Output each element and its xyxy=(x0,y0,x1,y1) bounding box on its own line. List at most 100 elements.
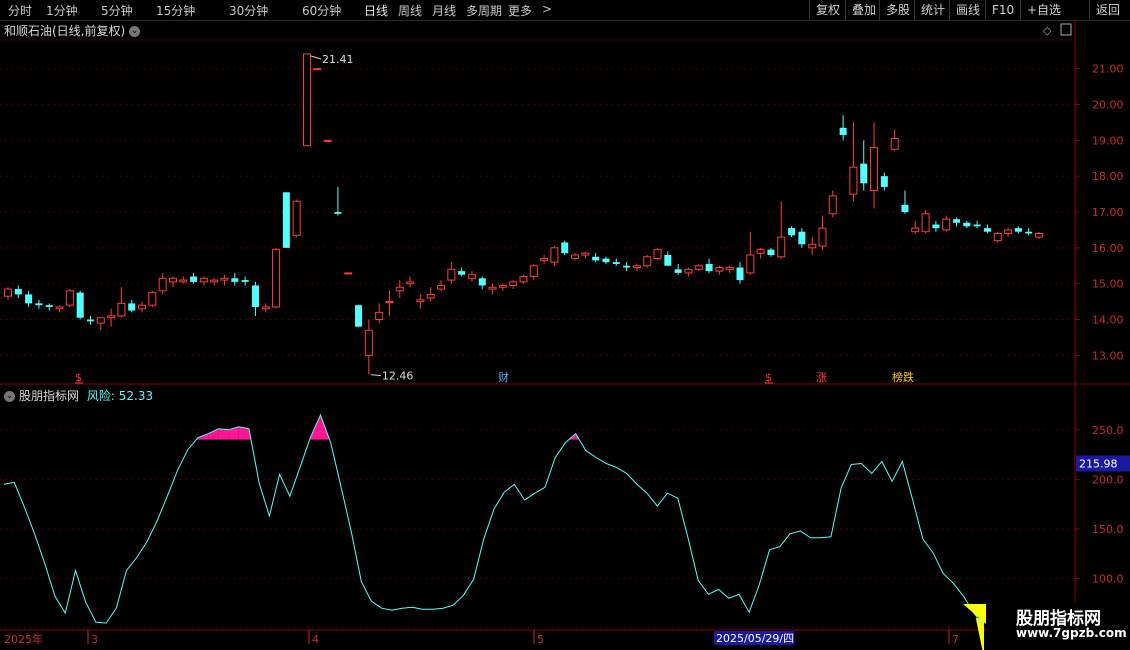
candle-body xyxy=(788,228,796,236)
candle-body xyxy=(870,147,879,191)
candle-body xyxy=(993,233,1002,242)
candle-body xyxy=(880,176,888,187)
indicator-value-name: 风险 xyxy=(86,389,111,403)
candle-body xyxy=(128,303,136,311)
high-price-label: 21.41 xyxy=(322,53,354,66)
candle-body xyxy=(302,53,311,147)
indicator-colon: : xyxy=(110,389,115,403)
candle-body xyxy=(148,292,157,306)
current-value-badge-label: 215.98 xyxy=(1079,457,1118,470)
candle-body xyxy=(612,262,620,264)
xaxis-label-4: 7 xyxy=(952,633,959,646)
candle-body xyxy=(426,293,435,299)
candle-body xyxy=(467,274,476,279)
candle-body xyxy=(498,284,507,288)
chevron-down-icon[interactable]: ⌄ xyxy=(4,391,15,402)
candle-body xyxy=(272,249,281,308)
indicator-title: ⌄ 股朋指标网 风险: 52.33 xyxy=(4,387,153,404)
candle-body xyxy=(767,249,775,255)
candle-body xyxy=(4,288,12,297)
panel-toggle-icon xyxy=(1060,23,1072,36)
candle-body xyxy=(364,329,373,356)
candle-body xyxy=(777,236,786,258)
candle-body xyxy=(190,276,198,282)
candle-body xyxy=(138,304,147,310)
candle-body xyxy=(746,254,755,274)
candle-body xyxy=(355,305,363,327)
candle-body xyxy=(963,222,971,227)
candle-body xyxy=(540,258,549,261)
candlestick-chart[interactable]: ◇ 13.00 14.00 15.00 16.00 17.00 18.00 19.00 20.0… xyxy=(0,0,1130,650)
candle-body xyxy=(725,267,734,270)
candle-body xyxy=(581,252,590,256)
candle-body xyxy=(488,286,497,290)
candle-body xyxy=(705,263,713,272)
candle-body xyxy=(458,271,466,275)
candle-body xyxy=(561,242,569,254)
candle-body xyxy=(808,243,817,249)
candle-body xyxy=(1025,231,1033,234)
risk-high-fill xyxy=(218,428,229,440)
candle-body xyxy=(911,227,920,233)
candle-body xyxy=(96,317,105,324)
candle-body xyxy=(292,200,301,236)
xaxis-label-1: 3 xyxy=(91,633,98,646)
event-marker-1: 财 xyxy=(498,370,509,384)
price-tick-label: 20.00 xyxy=(1092,99,1124,112)
candle-body xyxy=(385,301,394,304)
price-tick-label: 18.00 xyxy=(1092,170,1124,183)
candle-body xyxy=(251,285,259,307)
risk-line xyxy=(3,413,985,627)
candle-body xyxy=(210,279,219,283)
watermark: 股朋指标网 www.7gpzb.com xyxy=(988,602,1130,650)
candle-body xyxy=(592,256,600,261)
indicator-tick-label: 250.0 xyxy=(1092,424,1124,437)
candle-body xyxy=(643,256,652,267)
candle-body xyxy=(220,277,229,281)
candle-body xyxy=(1014,228,1022,232)
candle-body xyxy=(509,281,518,286)
candle-body xyxy=(14,289,22,295)
xaxis-label-3: 5 xyxy=(537,633,544,646)
candle-body xyxy=(447,268,456,281)
diamond-icon: ◇ xyxy=(1043,24,1052,37)
candle-body xyxy=(406,281,415,285)
price-tick-label: 19.00 xyxy=(1092,134,1124,147)
candle-body xyxy=(756,249,765,254)
low-pointer xyxy=(370,374,381,377)
candle-body xyxy=(694,265,703,270)
candle-body xyxy=(344,272,353,275)
candle-body xyxy=(983,228,991,232)
candle-body xyxy=(1035,233,1043,238)
candle-body xyxy=(684,268,693,274)
candle-body xyxy=(519,276,528,283)
candle-body xyxy=(973,224,981,227)
candle-body xyxy=(860,163,868,184)
candle-body xyxy=(86,319,94,322)
candle-body xyxy=(953,219,961,223)
price-tick-label: 17.00 xyxy=(1092,206,1124,219)
candle-body xyxy=(901,204,909,212)
event-marker-4: 榜跌 xyxy=(892,370,914,384)
candle-body xyxy=(798,231,806,245)
indicator-tick-label: 200.0 xyxy=(1092,473,1124,486)
candle-body xyxy=(921,213,930,233)
price-tick-label: 15.00 xyxy=(1092,278,1124,291)
xaxis-label-0: 2025年 xyxy=(4,632,43,646)
candle-body xyxy=(932,224,940,229)
candle-body xyxy=(76,292,84,318)
candle-body xyxy=(550,247,559,263)
candle-body xyxy=(818,227,827,247)
candle-body xyxy=(942,218,951,231)
candle-body xyxy=(632,265,641,269)
candle-body xyxy=(334,212,342,214)
xaxis-label-2: 4 xyxy=(312,633,319,646)
candle-body xyxy=(736,267,744,281)
candle-body xyxy=(602,258,610,263)
candle-body xyxy=(416,299,425,303)
candle-body xyxy=(25,294,33,304)
candle-body xyxy=(117,302,126,317)
indicator-name: 股朋指标网 xyxy=(19,389,80,403)
candle-body xyxy=(179,279,188,283)
event-marker-2: $ xyxy=(765,371,772,384)
